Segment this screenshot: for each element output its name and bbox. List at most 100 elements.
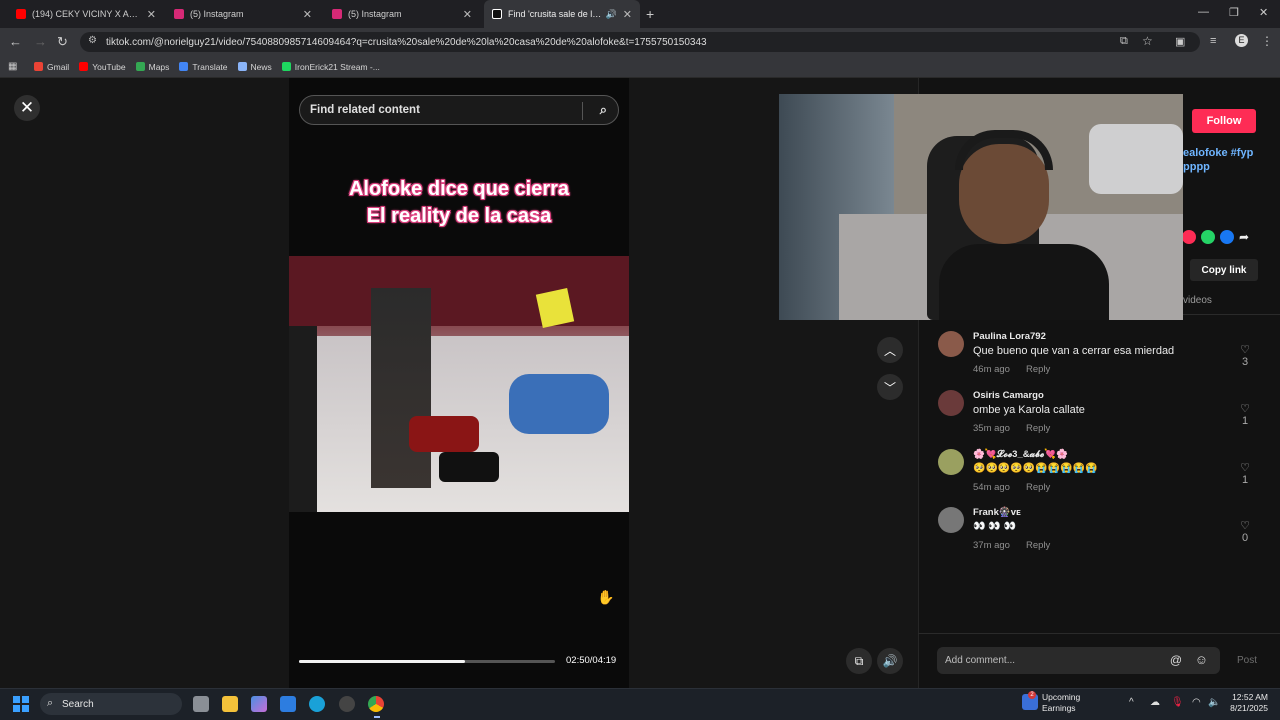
- comment-username[interactable]: 🌸💘𝓛𝓸𝓮3_&𝓪𝓫𝓮💘🌸: [973, 449, 1068, 460]
- back-icon[interactable]: ←: [9, 34, 22, 49]
- apps-grid-icon[interactable]: ▦: [8, 61, 17, 72]
- clock[interactable]: 12:52 AM 8/21/2025: [1228, 692, 1268, 714]
- avatar[interactable]: [938, 449, 964, 475]
- video-description[interactable]: ealofoke #fyp pppp: [1183, 146, 1253, 174]
- red-clothes: [409, 416, 479, 452]
- task-view-icon[interactable]: [193, 696, 209, 712]
- tab-youtube[interactable]: (194) CEKY VICINY X ALOFOKE ✕: [8, 0, 164, 28]
- bookmark-maps[interactable]: Maps: [135, 62, 169, 72]
- like-button[interactable]: ♡ 3: [1240, 343, 1250, 368]
- hashtags-line-2[interactable]: pppp: [1183, 160, 1253, 174]
- comment-username[interactable]: Frank🎡ᴠᴇ: [973, 507, 1021, 518]
- sidepanel-icon[interactable]: ▣: [1175, 35, 1185, 48]
- reply-button[interactable]: Reply: [1026, 482, 1050, 493]
- avatar[interactable]: [938, 507, 964, 533]
- comment-input[interactable]: Add comment... @ ☺: [937, 647, 1220, 674]
- bookmark-news[interactable]: News: [237, 62, 272, 72]
- taskbar-search-label: Search: [62, 698, 94, 710]
- whatsapp-icon[interactable]: [1201, 230, 1215, 244]
- pip-button[interactable]: ⧉: [846, 648, 872, 674]
- speaker-icon[interactable]: 🔊: [606, 9, 617, 20]
- post-button[interactable]: Post: [1237, 655, 1257, 666]
- like-button[interactable]: ♡ 1: [1240, 402, 1250, 427]
- heart-icon[interactable]: ♡: [1240, 461, 1250, 474]
- reply-button[interactable]: Reply: [1026, 540, 1050, 551]
- app-icon[interactable]: [339, 696, 355, 712]
- close-icon[interactable]: ✕: [303, 8, 312, 21]
- new-tab-icon[interactable]: +: [646, 6, 654, 22]
- close-viewer-button[interactable]: ✕: [14, 95, 40, 121]
- follow-button[interactable]: Follow: [1192, 109, 1256, 133]
- heart-icon[interactable]: ♡: [1240, 519, 1250, 532]
- like-button[interactable]: ♡ 1: [1240, 461, 1250, 486]
- bookmark-gmail[interactable]: Gmail: [34, 62, 69, 72]
- facebook-icon[interactable]: [1220, 230, 1234, 244]
- taskbar-search[interactable]: ⌕ Search: [40, 693, 182, 715]
- windows-start-icon[interactable]: [13, 696, 29, 712]
- like-button[interactable]: ♡ 0: [1240, 519, 1250, 544]
- bookmark-youtube[interactable]: YouTube: [79, 62, 126, 72]
- mouse-cursor-icon: ✋: [597, 589, 615, 605]
- menu-icon[interactable]: ⋮: [1261, 34, 1273, 48]
- store-icon[interactable]: [280, 696, 296, 712]
- profile-avatar[interactable]: E: [1235, 34, 1248, 47]
- video-progress-bar[interactable]: [299, 660, 555, 663]
- creator-videos-tab[interactable]: videos: [1183, 295, 1212, 306]
- tab-tiktok[interactable]: Find 'crusita sale de la casa 🔊 ✕: [484, 0, 640, 28]
- bookmark-translate[interactable]: Translate: [179, 62, 228, 72]
- microphone-icon[interactable]: 🎙: [1171, 697, 1184, 708]
- copy-link-button[interactable]: Copy link: [1190, 259, 1258, 281]
- reply-button[interactable]: Reply: [1026, 364, 1050, 375]
- close-icon[interactable]: ✕: [147, 8, 156, 21]
- hashtags-line-1[interactable]: ealofoke #fyp: [1183, 146, 1253, 160]
- avatar[interactable]: [938, 331, 964, 357]
- bookmark-star-icon[interactable]: ☆: [1142, 34, 1153, 48]
- mention-icon[interactable]: @: [1170, 653, 1182, 667]
- previous-video-button[interactable]: ︿: [877, 337, 903, 363]
- restore-icon[interactable]: ❐: [1229, 6, 1239, 19]
- share-arrow-icon[interactable]: ➦: [1239, 230, 1249, 244]
- related-search-input[interactable]: Find related content ⌕: [299, 95, 619, 125]
- avatar[interactable]: [938, 390, 964, 416]
- tab-instagram-2[interactable]: (5) Instagram ✕: [324, 0, 480, 28]
- window-close-icon[interactable]: ✕: [1259, 6, 1268, 19]
- comment-username[interactable]: Osiris Camargo: [973, 390, 1044, 401]
- tab-instagram-1[interactable]: (5) Instagram ✕: [166, 0, 320, 28]
- next-video-button[interactable]: ﹀: [877, 374, 903, 400]
- tab-title: (194) CEKY VICINY X ALOFOKE: [32, 9, 141, 19]
- gmail-icon: [34, 62, 43, 71]
- minimize-icon[interactable]: —: [1198, 6, 1209, 18]
- edge-icon[interactable]: [309, 696, 325, 712]
- volume-icon[interactable]: 🔈: [1208, 697, 1220, 708]
- news-icon: [237, 62, 247, 71]
- bookmark-ironerick[interactable]: IronErick21 Stream -...: [281, 62, 380, 72]
- close-icon[interactable]: ✕: [623, 8, 632, 21]
- address-bar[interactable]: ⚙ tiktok.com/@norielguy21/video/75408809…: [80, 32, 1200, 52]
- file-explorer-icon[interactable]: [222, 696, 238, 712]
- install-icon[interactable]: ⧉: [1120, 35, 1128, 48]
- close-icon[interactable]: ✕: [463, 8, 472, 21]
- comment-username[interactable]: Paulina Lora792: [973, 331, 1046, 342]
- onedrive-icon[interactable]: ☁: [1150, 697, 1160, 708]
- url-text: tiktok.com/@norielguy21/video/7540880985…: [106, 36, 707, 48]
- chevron-up-icon[interactable]: ^: [1129, 697, 1134, 708]
- copilot-icon[interactable]: [251, 696, 267, 712]
- share-tiktok-icon[interactable]: [1182, 230, 1196, 244]
- reply-button[interactable]: Reply: [1026, 423, 1050, 434]
- emoji-icon[interactable]: ☺: [1195, 652, 1208, 667]
- wifi-icon[interactable]: ◠: [1192, 697, 1201, 708]
- caption-line-1: Alofoke dice que cierra: [348, 178, 570, 200]
- translate-icon: [179, 62, 189, 71]
- heart-icon[interactable]: ♡: [1240, 402, 1250, 415]
- chrome-icon[interactable]: [368, 696, 384, 712]
- media-icon[interactable]: ≡: [1210, 35, 1216, 47]
- search-icon[interactable]: ⌕: [600, 102, 607, 118]
- volume-button[interactable]: 🔊: [877, 648, 903, 674]
- widgets-button[interactable]: Upcoming Earnings: [1042, 692, 1080, 714]
- comment-text: Que bueno que van a cerrar esa mierdad: [973, 345, 1175, 357]
- site-info-icon[interactable]: ⚙: [88, 35, 97, 46]
- reload-icon[interactable]: ↻: [57, 34, 68, 50]
- heart-icon[interactable]: ♡: [1240, 343, 1250, 356]
- widget-title: Upcoming: [1042, 692, 1081, 702]
- forward-icon[interactable]: →: [34, 34, 47, 49]
